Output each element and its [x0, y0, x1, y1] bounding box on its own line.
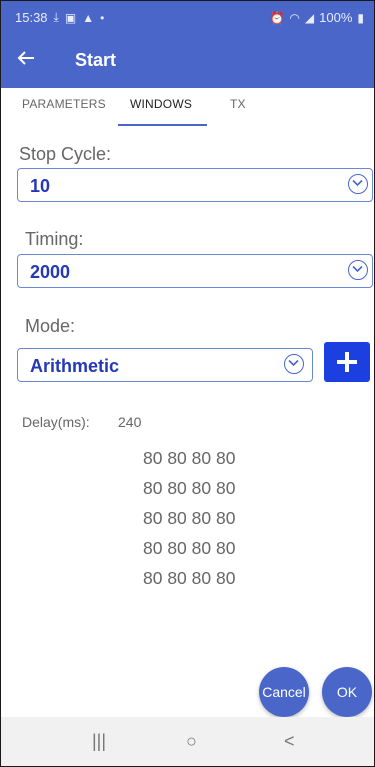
values-grid: 80 80 80 80 80 80 80 80 80 80 80 80 80 8… — [143, 448, 263, 598]
stop-cycle-select[interactable]: 10 — [17, 168, 373, 202]
back-nav-icon[interactable]: < — [284, 731, 295, 752]
page-title: Start — [75, 50, 117, 70]
signal-icon: ◢ — [304, 10, 315, 25]
timing-value: 2000 — [30, 262, 71, 282]
values-row: 80 80 80 80 — [143, 508, 236, 528]
mode-value: Arithmetic — [30, 356, 120, 376]
values-row: 80 80 80 80 — [143, 478, 236, 498]
app-bar: Start — [1, 34, 374, 88]
status-right: ⏰ ◠ ◢ 100% ▮ — [269, 10, 364, 25]
values-row: 80 80 80 80 — [143, 448, 236, 468]
timing-label: Timing: — [25, 229, 84, 249]
values-row: 80 80 80 80 — [143, 568, 236, 588]
back-arrow-icon[interactable] — [17, 48, 35, 70]
status-left: 15:38 ⤓ ▣ ▲ • — [15, 10, 104, 25]
values-row: 80 80 80 80 — [143, 538, 236, 558]
image-icon: ▣ — [64, 10, 77, 25]
tab-tx[interactable]: TX — [230, 97, 246, 111]
tab-parameters[interactable]: PARAMETERS — [22, 97, 106, 111]
recents-icon[interactable]: ||| — [92, 731, 106, 752]
stop-cycle-value: 10 — [30, 176, 51, 196]
chevron-down-icon — [348, 174, 368, 194]
chevron-down-icon — [348, 260, 368, 280]
cancel-button[interactable]: Cancel — [259, 667, 309, 717]
stop-cycle-label: Stop Cycle: — [19, 144, 112, 164]
alert-icon: ▲ — [82, 10, 95, 25]
chevron-down-icon — [284, 354, 304, 374]
add-button[interactable] — [324, 342, 370, 382]
dot-icon: • — [100, 10, 105, 25]
ok-button[interactable]: OK — [322, 667, 372, 717]
system-nav-bar: ||| ○ < — [1, 717, 374, 766]
alarm-icon: ⏰ — [269, 10, 285, 25]
status-time: 15:38 — [15, 10, 48, 25]
download-icon: ⤓ — [53, 10, 59, 24]
battery-icon: ▮ — [357, 10, 364, 25]
mode-select[interactable]: Arithmetic — [17, 348, 313, 382]
plus-icon — [337, 352, 357, 372]
wifi-icon: ◠ — [289, 10, 300, 25]
timing-select[interactable]: 2000 — [17, 254, 373, 288]
delay-label: Delay(ms): — [22, 414, 90, 430]
active-tab-indicator — [118, 124, 207, 126]
tab-windows[interactable]: WINDOWS — [130, 97, 192, 111]
battery-percent: 100% — [319, 10, 353, 25]
delay-value: 240 — [118, 414, 142, 430]
tab-bar: PARAMETERS WINDOWS TX — [1, 88, 374, 128]
status-bar: 15:38 ⤓ ▣ ▲ • ⏰ ◠ ◢ 100% ▮ — [1, 1, 374, 34]
app-screen: 15:38 ⤓ ▣ ▲ • ⏰ ◠ ◢ 100% ▮ Start PARAMET… — [0, 0, 375, 767]
mode-label: Mode: — [25, 316, 76, 336]
home-icon[interactable]: ○ — [186, 731, 197, 752]
